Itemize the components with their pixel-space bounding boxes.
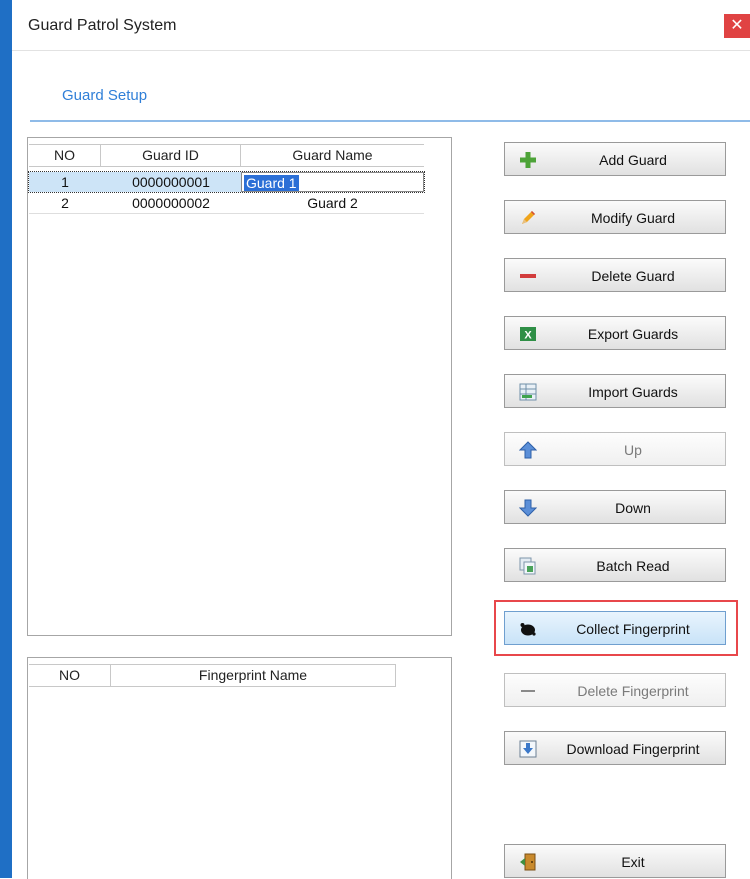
fingerprint-icon [520, 623, 536, 636]
spreadsheet-import-icon [519, 383, 537, 401]
title-bar: Guard Patrol System ✕ [12, 0, 750, 50]
fingerprint-list-header: NO Fingerprint Name [29, 664, 396, 687]
import-guards-button[interactable]: Import Guards [504, 374, 726, 408]
column-header-guard-id[interactable]: Guard ID [101, 145, 241, 166]
row-guard-id: 0000000002 [132, 195, 210, 211]
tab-underline [30, 120, 750, 122]
plus-icon [520, 152, 536, 168]
add-guard-button[interactable]: Add Guard [504, 142, 726, 176]
window-title: Guard Patrol System [28, 17, 177, 34]
pencil-icon [522, 211, 535, 224]
arrow-up-icon [519, 441, 537, 459]
minus-icon [520, 274, 536, 278]
batch-read-button[interactable]: Batch Read [504, 548, 726, 582]
down-button[interactable]: Down [504, 490, 726, 524]
up-button[interactable]: Up [504, 432, 726, 466]
guard-name-edit-field[interactable]: Guard 1 [241, 172, 424, 192]
row-guard-name: Guard 2 [307, 195, 358, 211]
column-header-no[interactable]: NO [29, 145, 101, 166]
collect-fingerprint-label: Collect Fingerprint [576, 621, 690, 637]
download-fingerprint-label: Download Fingerprint [566, 741, 700, 757]
delete-guard-label: Delete Guard [591, 268, 675, 284]
title-separator [12, 50, 750, 51]
delete-fingerprint-button[interactable]: Delete Fingerprint [504, 673, 726, 707]
table-row[interactable]: 1 0000000001 Guard 1 [28, 171, 425, 193]
import-guards-label: Import Guards [588, 384, 678, 400]
export-guards-label: Export Guards [587, 326, 679, 342]
exit-button[interactable]: Exit [504, 844, 726, 878]
column-header-fingerprint-name[interactable]: Fingerprint Name [111, 665, 396, 686]
guard-name-edit-text: Guard 1 [244, 175, 299, 191]
table-row[interactable]: 2 0000000002 Guard 2 [29, 193, 424, 214]
download-icon [519, 740, 537, 758]
collect-fingerprint-button[interactable]: Collect Fingerprint [504, 611, 726, 645]
exit-label: Exit [621, 854, 645, 870]
fingerprint-list[interactable]: NO Fingerprint Name [27, 657, 452, 879]
modify-guard-button[interactable]: Modify Guard [504, 200, 726, 234]
up-label: Up [624, 442, 642, 458]
download-fingerprint-button[interactable]: Download Fingerprint [504, 731, 726, 765]
guard-list[interactable]: NO Guard ID Guard Name 1 0000000001 Guar… [27, 137, 452, 636]
exit-door-icon [520, 853, 536, 871]
minus-icon [521, 690, 535, 692]
add-guard-label: Add Guard [599, 152, 667, 168]
window-accent-bar [0, 0, 12, 878]
close-button[interactable]: ✕ [724, 14, 750, 38]
guard-list-header: NO Guard ID Guard Name [29, 144, 424, 167]
down-label: Down [615, 500, 651, 516]
arrow-down-icon [519, 499, 537, 517]
row-guard-id: 0000000001 [132, 174, 210, 190]
row-no: 2 [61, 195, 69, 211]
export-guards-button[interactable]: X Export Guards [504, 316, 726, 350]
delete-fingerprint-label: Delete Fingerprint [577, 683, 689, 699]
tab-guard-setup[interactable]: Guard Setup [62, 87, 147, 104]
column-header-no[interactable]: NO [29, 665, 111, 686]
column-header-guard-name[interactable]: Guard Name [241, 145, 424, 166]
batch-read-label: Batch Read [596, 558, 670, 574]
svg-text:X: X [524, 330, 532, 342]
modify-guard-label: Modify Guard [590, 210, 676, 226]
excel-icon: X [520, 327, 536, 342]
delete-guard-button[interactable]: Delete Guard [504, 258, 726, 292]
batch-read-icon [519, 557, 536, 575]
row-no: 1 [61, 174, 69, 190]
